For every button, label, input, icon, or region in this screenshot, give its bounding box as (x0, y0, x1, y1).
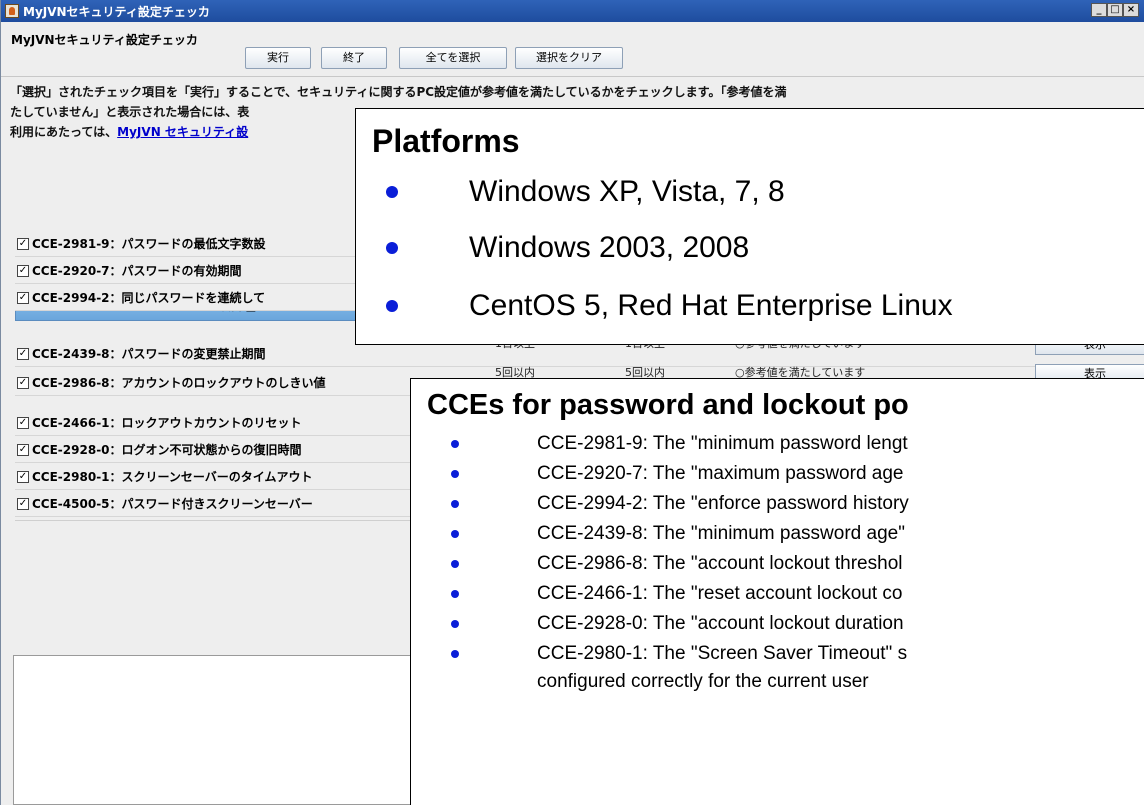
cce-text: CCE-2980-1: The "Screen Saver Timeout" s (537, 643, 908, 664)
clear-selection-button[interactable]: 選択をクリア (515, 47, 623, 69)
cces-heading: CCEs for password and lockout po (427, 389, 909, 421)
bullet-icon (451, 620, 459, 628)
cce-continuation: configured correctly for the current use… (537, 671, 869, 693)
run-button[interactable]: 実行 (245, 47, 311, 69)
description-line-3-prefix: 利用にあたっては、 (10, 125, 118, 139)
row-label: CCE-2920-7：パスワードの有効期間 (32, 264, 242, 278)
platform-text: CentOS 5, Red Hat Enterprise Linux (469, 289, 953, 322)
description-line-1: 「選択」されたチェック項目を「実行」することで、セキュリティに関するPC設定値が… (10, 85, 787, 99)
bullet-icon (451, 440, 459, 448)
row-checkbox[interactable]: ✓ (17, 443, 29, 456)
java-app-icon (5, 4, 19, 18)
bullet-icon (451, 500, 459, 508)
row-checkbox[interactable]: ✓ (17, 237, 29, 250)
cce-continuation-text: configured correctly for the current use… (537, 671, 869, 692)
platforms-overlay: Platforms Windows XP, Vista, 7, 8 Window… (355, 108, 1144, 345)
cce-text: CCE-2920-7: The "maximum password age (537, 463, 904, 484)
cce-text: CCE-2928-0: The "account lockout duratio… (537, 613, 904, 634)
row-checkbox[interactable]: ✓ (17, 264, 29, 277)
cce-text: CCE-2439-8: The "minimum password age" (537, 523, 905, 544)
row-label: CCE-2986-8：アカウントのロックアウトのしきい値 (32, 376, 326, 390)
exit-button[interactable]: 終了 (321, 47, 387, 69)
platform-text: Windows XP, Vista, 7, 8 (469, 175, 785, 208)
window-controls: _ □ × (1091, 3, 1139, 17)
myjvn-guide-link[interactable]: MyJVN セキュリティ設 (117, 125, 248, 139)
cce-item: CCE-2980-1: The "Screen Saver Timeout" s (451, 643, 907, 665)
platform-text: Windows 2003, 2008 (469, 231, 750, 264)
platform-item: Windows XP, Vista, 7, 8 (386, 175, 785, 209)
row-checkbox[interactable]: ✓ (17, 470, 29, 483)
bullet-icon (451, 650, 459, 658)
cce-text: CCE-2986-8: The "account lockout thresho… (537, 553, 903, 574)
cce-item: CCE-2928-0: The "account lockout duratio… (451, 613, 904, 635)
bullet-icon (386, 242, 398, 254)
toolbar-title: MyJVNセキュリティ設定チェッカ (11, 33, 198, 47)
row-label: CCE-2466-1：ロックアウトカウントのリセット (32, 416, 302, 430)
bullet-icon (386, 300, 398, 312)
row-label: CCE-4500-5：パスワード付きスクリーンセーバー (32, 497, 313, 511)
row-checkbox[interactable]: ✓ (17, 291, 29, 304)
bullet-icon (451, 560, 459, 568)
minimize-button[interactable]: _ (1091, 3, 1107, 17)
maximize-button[interactable]: □ (1107, 3, 1123, 17)
cce-item: CCE-2986-8: The "account lockout thresho… (451, 553, 902, 575)
row-checkbox[interactable]: ✓ (17, 376, 29, 389)
platform-item: CentOS 5, Red Hat Enterprise Linux (386, 289, 953, 323)
select-all-button[interactable]: 全てを選択 (399, 47, 507, 69)
row-label: CCE-2928-0：ログオン不可状態からの復旧時間 (32, 443, 302, 457)
cce-text: CCE-2981-9: The "minimum password lengt (537, 433, 908, 454)
cce-item: CCE-2466-1: The "reset account lockout c… (451, 583, 902, 605)
bullet-icon (451, 590, 459, 598)
platforms-heading: Platforms (372, 123, 520, 159)
close-button[interactable]: × (1123, 3, 1139, 17)
details-panel[interactable] (13, 655, 415, 805)
row-label: CCE-2981-9：パスワードの最低文字数設 (32, 237, 266, 251)
cce-item: CCE-2920-7: The "maximum password age (451, 463, 904, 485)
row-label: CCE-2439-8：パスワードの変更禁止期間 (32, 347, 266, 361)
bullet-icon (451, 470, 459, 478)
table-empty-area (15, 520, 411, 640)
title-bar: MyJVNセキュリティ設定チェッカ _ □ × (1, 0, 1144, 22)
row-checkbox[interactable]: ✓ (17, 497, 29, 510)
window-title: MyJVNセキュリティ設定チェッカ (23, 4, 210, 19)
row-checkbox[interactable]: ✓ (17, 347, 29, 360)
cce-text: CCE-2994-2: The "enforce password histor… (537, 493, 909, 514)
cce-item: CCE-2994-2: The "enforce password histor… (451, 493, 909, 515)
bullet-icon (386, 186, 398, 198)
row-label: CCE-2994-2：同じパスワードを連続して (32, 291, 266, 305)
row-label: CCE-2980-1：スクリーンセーバーのタイムアウト (32, 470, 313, 484)
bullet-icon (451, 530, 459, 538)
row-checkbox[interactable]: ✓ (17, 416, 29, 429)
cce-item: CCE-2439-8: The "minimum password age" (451, 523, 905, 545)
cce-item: CCE-2981-9: The "minimum password lengt (451, 433, 908, 455)
cce-text: CCE-2466-1: The "reset account lockout c… (537, 583, 903, 604)
cces-overlay: CCEs for password and lockout po CCE-298… (410, 378, 1144, 805)
platform-item: Windows 2003, 2008 (386, 231, 749, 265)
